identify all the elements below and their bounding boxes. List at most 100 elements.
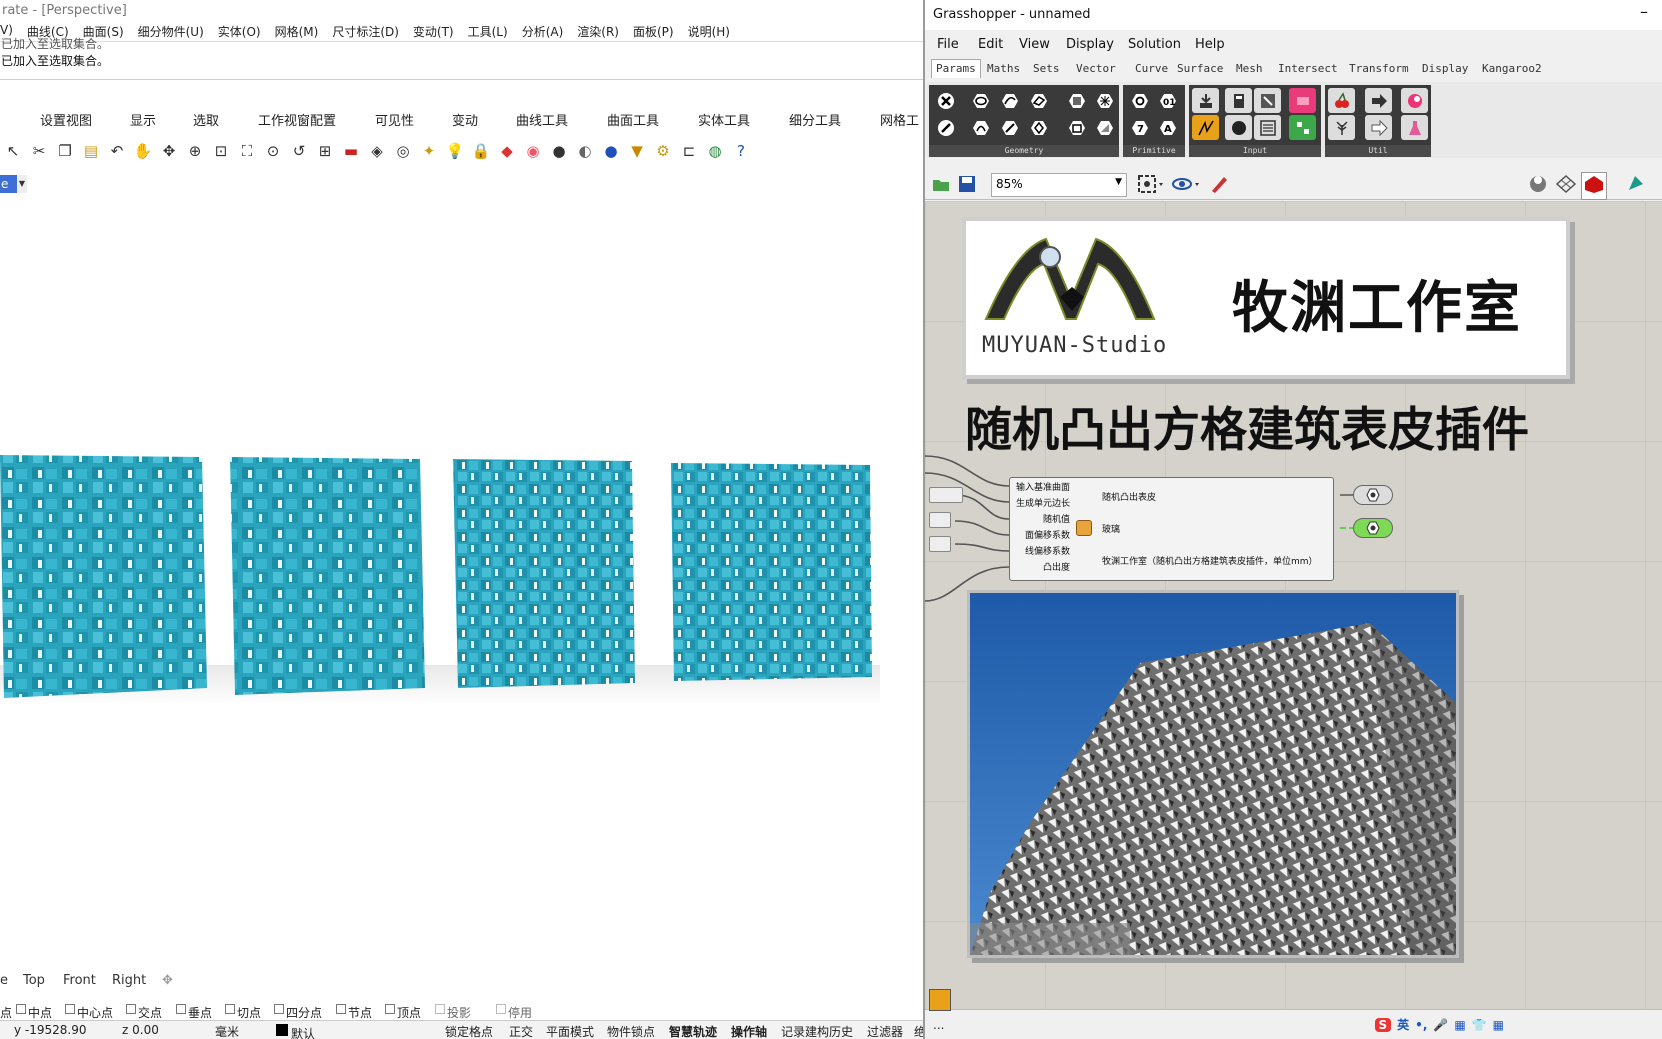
zoom-select[interactable]: 85% ▼ [991, 173, 1127, 197]
tab-viewport-layout[interactable]: 工作视窗配置 [258, 110, 336, 129]
param-boolean-icon[interactable] [1126, 88, 1153, 113]
input-cell-size[interactable]: 生成单元边长 [1014, 496, 1070, 509]
undo-view-icon[interactable]: ↺ [288, 140, 310, 162]
minimize-button[interactable]: – [1640, 2, 1648, 21]
render-preview-icon[interactable] [1625, 174, 1647, 198]
tab-sets[interactable]: Sets [1033, 62, 1060, 75]
units[interactable]: 毫米 [215, 1023, 239, 1039]
osnap-quadrant[interactable]: 四分点 [274, 1002, 322, 1020]
globe-icon[interactable]: ◍ [704, 140, 726, 162]
light-icon[interactable]: 💡 [444, 140, 466, 162]
toggle-gumball[interactable]: 操作轴 [731, 1023, 767, 1039]
tab-viewport-front[interactable]: Front [63, 973, 96, 988]
zoom-selected-icon[interactable]: ⊙ [262, 140, 284, 162]
param-field-icon[interactable] [1091, 115, 1118, 140]
tab-set-view[interactable]: 设置视图 [40, 110, 92, 129]
tab-transform[interactable]: 变动 [452, 110, 478, 129]
menu-help[interactable]: Help [1195, 37, 1225, 52]
tab-viewport-top[interactable]: Top [23, 973, 45, 988]
input-import-icon[interactable] [1192, 88, 1219, 113]
param-point-icon[interactable] [932, 88, 959, 113]
toggle-filter[interactable]: 过滤器 [867, 1023, 903, 1039]
rendered-sphere-icon[interactable]: ◐ [574, 140, 596, 162]
slider-node[interactable] [929, 536, 951, 552]
input-base-surface[interactable]: 输入基准曲面 [1014, 480, 1070, 493]
param-vector-icon[interactable] [932, 115, 959, 140]
input-graph-mapper-icon[interactable] [1192, 115, 1219, 140]
help-icon[interactable]: ? [730, 140, 752, 162]
param-brep-icon[interactable] [1063, 88, 1090, 113]
facade-panel-3[interactable] [453, 459, 635, 688]
param-plane-icon[interactable] [1025, 115, 1052, 140]
output-info[interactable]: 牧渊工作室（随机凸出方格建筑表皮插件，单位mm） [1102, 554, 1318, 567]
param-number-icon[interactable]: 01 [1154, 88, 1181, 113]
osnap-center[interactable]: 中心点 [65, 1002, 113, 1020]
shaded-mode-icon[interactable] [1581, 172, 1607, 200]
viewport-title-tag[interactable]: e ▼ [0, 175, 27, 193]
color-wheel-icon[interactable]: ◉ [522, 140, 544, 162]
menu-edit[interactable]: Edit [978, 37, 1003, 52]
param-circle-icon[interactable] [967, 88, 994, 113]
util-arrow-right-icon[interactable] [1365, 88, 1392, 113]
paste-icon[interactable]: ▤ [80, 140, 102, 162]
tab-maths[interactable]: Maths [987, 62, 1020, 75]
tab-select[interactable]: 选取 [193, 110, 219, 129]
param-box-icon[interactable] [1063, 115, 1090, 140]
tab-intersect[interactable]: Intersect [1278, 62, 1338, 75]
keyboard-icon[interactable]: ▦ [1454, 1018, 1465, 1032]
tab-solid-tools[interactable]: 实体工具 [698, 110, 750, 129]
facade-panel-2[interactable] [230, 457, 425, 695]
output-random-skin[interactable]: 随机凸出表皮 [1102, 490, 1156, 503]
util-color-swatch-icon[interactable] [1401, 88, 1428, 113]
wireframe-mode-icon[interactable] [1555, 174, 1577, 198]
geometry-param-node[interactable] [1353, 485, 1393, 505]
cplane-icon[interactable]: ◎ [392, 140, 414, 162]
tab-params[interactable]: Params [931, 59, 981, 78]
menu-display[interactable]: Display [1066, 37, 1114, 52]
options-gear-icon[interactable]: ⚙ [652, 140, 674, 162]
layer-icon[interactable]: ◆ [496, 140, 518, 162]
open-file-icon[interactable] [931, 174, 951, 198]
preview-mode-icon[interactable] [1527, 174, 1549, 198]
undo-icon[interactable]: ↶ [106, 140, 128, 162]
preview-eye-icon[interactable] [1171, 174, 1201, 198]
ime-punct[interactable]: •, [1415, 1018, 1427, 1032]
param-arc-icon[interactable] [967, 115, 994, 140]
grid-menu-icon[interactable]: ▦ [1493, 1018, 1504, 1032]
toggle-smarttrack[interactable]: 智慧轨迹 [669, 1023, 717, 1039]
toggle-grid-snap[interactable]: 锁定格点 [445, 1023, 493, 1039]
add-viewport-icon[interactable]: ✥ [162, 973, 173, 988]
util-tree-icon[interactable] [1328, 115, 1355, 140]
sketch-pen-icon[interactable] [1208, 173, 1230, 199]
facade-panel-1[interactable] [0, 455, 207, 698]
gh-canvas[interactable]: MUYUAN-Studio 牧渊工作室 随机凸出方格建筑表皮插件 输入基准曲面 … [925, 201, 1662, 1009]
tab-surface[interactable]: Surface [1177, 62, 1223, 75]
util-cherry-icon[interactable] [1328, 88, 1355, 113]
input-md-slider-icon[interactable] [1289, 115, 1316, 140]
chevron-down-icon[interactable]: ▼ [17, 175, 27, 193]
osnap-project[interactable]: 投影 [435, 1002, 471, 1020]
input-line-offset[interactable]: 线偏移系数 [1014, 544, 1070, 557]
zoom-extents-icon[interactable] [1137, 174, 1165, 198]
zoom-extents-icon[interactable]: ⛶ [236, 140, 258, 162]
facade-panel-4[interactable] [671, 463, 872, 681]
toggle-ortho[interactable]: 正交 [509, 1023, 533, 1039]
microphone-icon[interactable]: 🎤 [1433, 1018, 1448, 1032]
util-arrow-outline-icon[interactable] [1365, 115, 1392, 140]
pan-icon[interactable]: ✋ [132, 140, 154, 162]
ime-language[interactable]: 英 [1397, 1016, 1409, 1033]
dimension-icon[interactable]: ▼ [626, 140, 648, 162]
tab-curve[interactable]: Curve [1135, 62, 1168, 75]
input-slider-icon[interactable] [1225, 88, 1252, 113]
sogou-logo[interactable]: S [1374, 1017, 1392, 1032]
osnap-vertex[interactable]: 顶点 [385, 1002, 421, 1020]
param-surface-icon[interactable] [1025, 88, 1052, 113]
rotate-view-icon[interactable]: ✥ [158, 140, 180, 162]
osnap-intersection[interactable]: 交点 [126, 1002, 162, 1020]
skin-shirt-icon[interactable]: 👕 [1472, 1018, 1487, 1032]
toggle-osnap[interactable]: 物件锁点 [607, 1023, 655, 1039]
camera-icon[interactable]: ◈ [366, 140, 388, 162]
four-view-icon[interactable]: ⊞ [314, 140, 336, 162]
input-face-offset[interactable]: 面偏移系数 [1014, 528, 1070, 541]
param-curve-icon[interactable] [996, 88, 1023, 113]
